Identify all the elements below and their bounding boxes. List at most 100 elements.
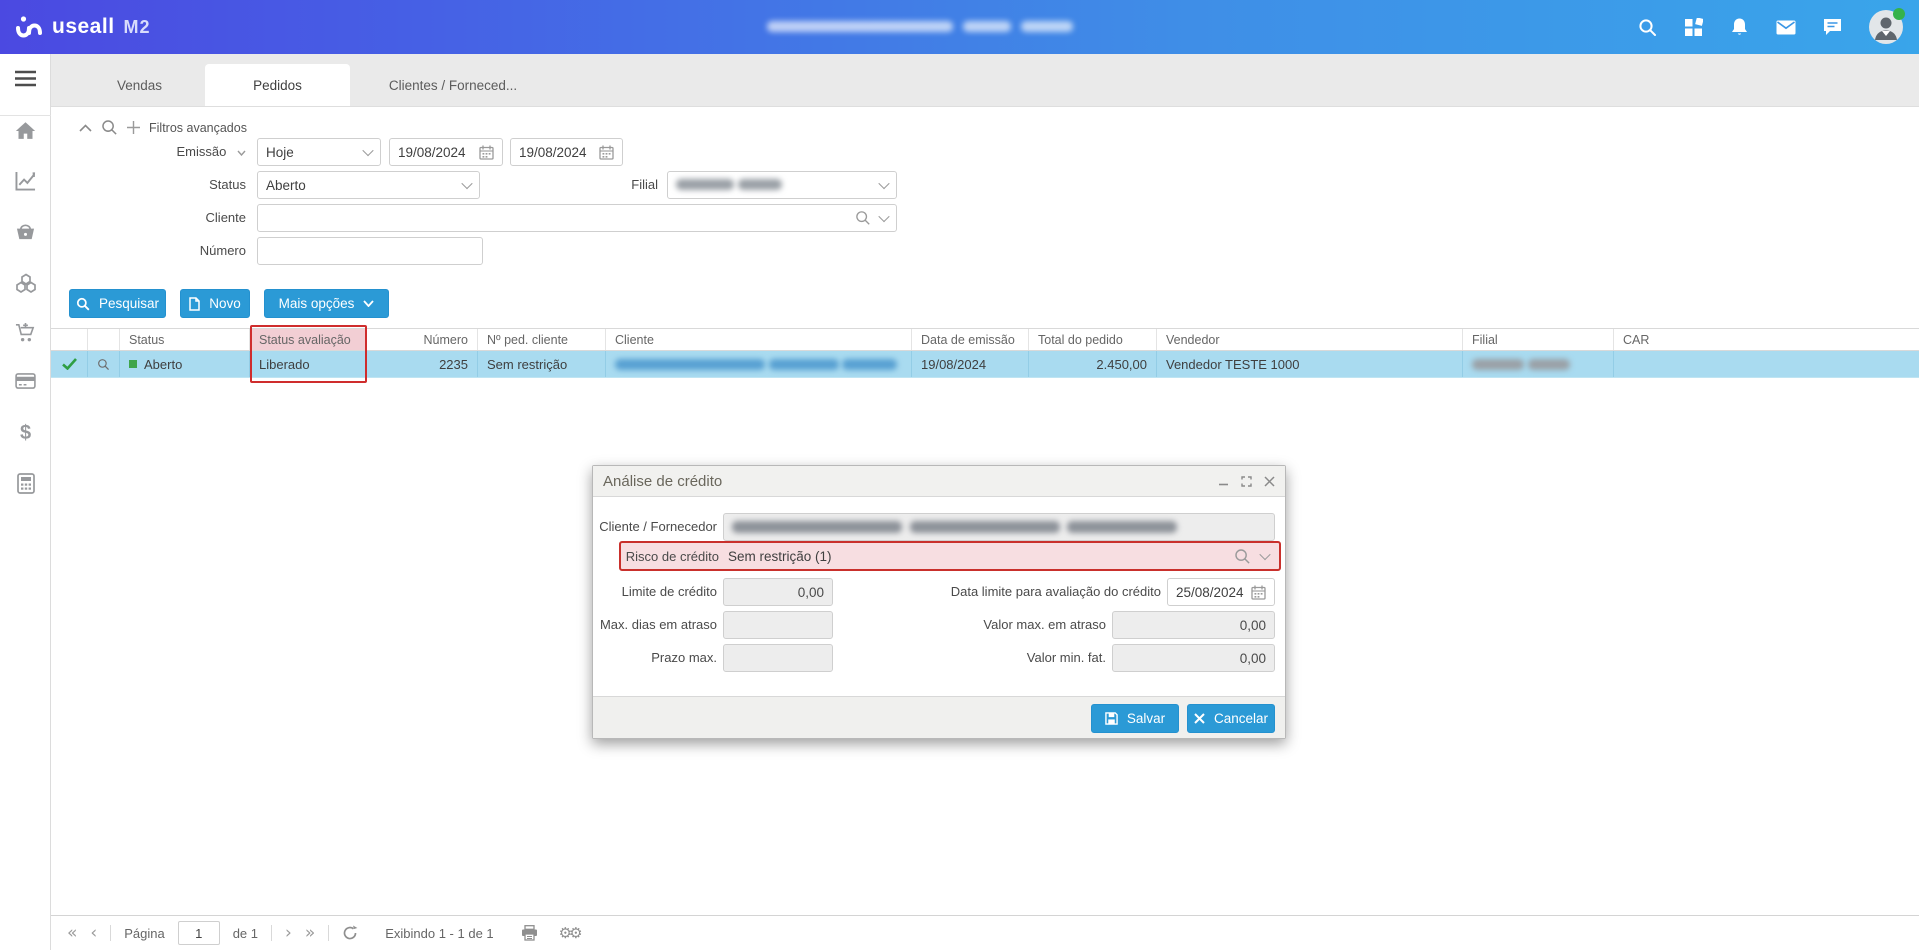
tab-clientes-fornecedores[interactable]: Clientes / Forneced... xyxy=(350,65,556,106)
results-table: Status Status avaliação Número Nº ped. c… xyxy=(51,325,1919,383)
col-filial[interactable]: Filial xyxy=(1463,329,1614,350)
left-sidebar: $ xyxy=(0,54,51,950)
page-label: Página xyxy=(124,925,165,941)
date-from-input[interactable]: 19/08/2024 xyxy=(389,138,503,166)
col-n-ped-cliente[interactable]: Nº ped. cliente xyxy=(478,329,606,350)
col-data-emissao[interactable]: Data de emissão xyxy=(912,329,1029,350)
emissao-label[interactable]: Emissão xyxy=(56,138,246,166)
redacted-text xyxy=(737,178,782,190)
col-view[interactable] xyxy=(88,329,120,350)
dialog-body: Cliente / Fornecedor Risco de crédito Se… xyxy=(593,497,1285,696)
separator xyxy=(110,925,112,941)
minimize-icon[interactable] xyxy=(1218,476,1229,487)
cell-status: Aberto xyxy=(120,351,250,377)
row-selected-check-icon[interactable] xyxy=(51,351,88,377)
limite-credito-label: Limite de crédito xyxy=(621,584,717,599)
print-icon[interactable] xyxy=(521,925,538,941)
collapse-chevron-icon[interactable] xyxy=(79,123,92,132)
mais-opcoes-button[interactable]: Mais opções xyxy=(264,289,389,318)
maximize-icon[interactable] xyxy=(1241,475,1252,487)
cliente-fornecedor-label: Cliente / Fornecedor xyxy=(599,519,717,534)
advanced-filters-label: Filtros avançados xyxy=(149,120,247,135)
refresh-icon[interactable] xyxy=(342,925,358,941)
col-status[interactable]: Status xyxy=(120,329,250,350)
risco-credito-label: Risco de crédito xyxy=(625,548,719,564)
filial-select[interactable] xyxy=(667,171,897,199)
novo-button[interactable]: Novo xyxy=(180,289,250,318)
redacted-text xyxy=(615,358,765,370)
sidebar-item-analytics-icon[interactable] xyxy=(0,171,51,191)
sidebar-item-card-icon[interactable] xyxy=(0,373,51,389)
tab-vendas[interactable]: Vendas xyxy=(74,65,205,106)
app-logo[interactable]: useall M2 xyxy=(0,15,151,39)
cancelar-button[interactable]: Cancelar xyxy=(1187,704,1275,733)
combo-search-icon[interactable] xyxy=(855,210,871,226)
col-car[interactable]: CAR xyxy=(1614,329,1919,350)
cliente-fornecedor-field-redacted xyxy=(723,513,1275,541)
next-page-icon[interactable]: › xyxy=(285,924,292,942)
numero-input-box[interactable] xyxy=(257,237,483,265)
cliente-combo-input[interactable] xyxy=(257,204,897,232)
sidebar-item-home-icon[interactable] xyxy=(0,121,51,140)
save-floppy-icon xyxy=(1105,712,1118,725)
data-limite-label: Data limite para avaliação do crédito xyxy=(950,584,1161,599)
status-indicator xyxy=(129,360,137,368)
col-cliente[interactable]: Cliente xyxy=(606,329,912,350)
date-to-input[interactable]: 19/08/2024 xyxy=(510,138,623,166)
sidebar-item-basket-icon[interactable] xyxy=(0,222,51,241)
col-numero[interactable]: Número xyxy=(367,329,478,350)
company-title-redacted xyxy=(767,21,1073,32)
status-label: Status xyxy=(209,177,246,192)
tab-pedidos[interactable]: Pedidos xyxy=(205,64,350,106)
data-limite-input[interactable]: 25/08/2024 xyxy=(1167,578,1275,606)
col-vendedor[interactable]: Vendedor xyxy=(1157,329,1463,350)
status-select[interactable]: Aberto xyxy=(257,171,480,199)
calendar-icon[interactable] xyxy=(1251,585,1266,600)
table-row[interactable]: Aberto Liberado 2235 Sem restrição 19/08… xyxy=(51,351,1919,378)
page-of-label: de 1 xyxy=(232,925,259,941)
tab-bar: Vendas Pedidos Clientes / Forneced... xyxy=(51,54,1919,107)
col-select[interactable] xyxy=(51,329,88,350)
page-number-input[interactable] xyxy=(177,921,220,945)
valor-max-field: 0,00 xyxy=(1112,611,1275,639)
sidebar-item-products-icon[interactable] xyxy=(0,273,51,293)
dialog-titlebar[interactable]: Análise de crédito xyxy=(593,466,1285,497)
mail-icon[interactable] xyxy=(1776,20,1796,35)
sidebar-item-finance-icon[interactable]: $ xyxy=(0,422,51,445)
separator xyxy=(328,925,330,941)
add-filter-icon[interactable] xyxy=(127,121,140,134)
row-view-icon[interactable] xyxy=(88,351,120,377)
calendar-icon[interactable] xyxy=(599,145,614,160)
hamburger-menu-icon[interactable] xyxy=(0,70,51,87)
emissao-preset-select[interactable]: Hoje xyxy=(257,138,381,166)
close-icon[interactable] xyxy=(1264,475,1275,487)
notifications-bell-icon[interactable] xyxy=(1730,17,1749,37)
col-total-pedido[interactable]: Total do pedido xyxy=(1029,329,1157,350)
numero-input[interactable] xyxy=(266,243,474,259)
chevron-down-icon xyxy=(878,177,890,190)
filter-search-icon[interactable] xyxy=(101,119,118,136)
last-page-icon[interactable]: » xyxy=(305,924,315,942)
calendar-icon[interactable] xyxy=(479,145,494,160)
apps-grid-icon[interactable] xyxy=(1684,17,1703,37)
chat-icon[interactable] xyxy=(1823,18,1842,36)
col-status-avaliacao[interactable]: Status avaliação xyxy=(250,329,367,350)
online-status-dot xyxy=(1893,8,1905,20)
redacted-text xyxy=(1472,358,1524,370)
search-icon[interactable] xyxy=(1638,18,1657,37)
risco-credito-highlight-row[interactable]: Risco de crédito Sem restrição (1) xyxy=(619,541,1281,571)
first-page-icon[interactable]: « xyxy=(67,924,77,942)
sidebar-item-cart-plus-icon[interactable] xyxy=(0,322,51,343)
pesquisar-button[interactable]: Pesquisar xyxy=(69,289,166,318)
cliente-input[interactable] xyxy=(266,210,855,226)
prev-page-icon[interactable]: ‹ xyxy=(90,924,97,942)
sidebar-item-calculator-icon[interactable] xyxy=(0,473,51,494)
user-avatar[interactable] xyxy=(1869,8,1905,44)
settings-gears-icon[interactable]: ⚙⚙ xyxy=(559,924,583,942)
cell-total: 2.450,00 xyxy=(1029,351,1157,377)
top-header-bar: useall M2 xyxy=(0,0,1919,54)
advanced-filters-toggle[interactable]: Filtros avançados xyxy=(79,119,247,136)
salvar-button[interactable]: Salvar xyxy=(1091,704,1179,733)
redacted-text xyxy=(676,178,734,190)
combo-search-icon[interactable] xyxy=(1234,548,1251,565)
